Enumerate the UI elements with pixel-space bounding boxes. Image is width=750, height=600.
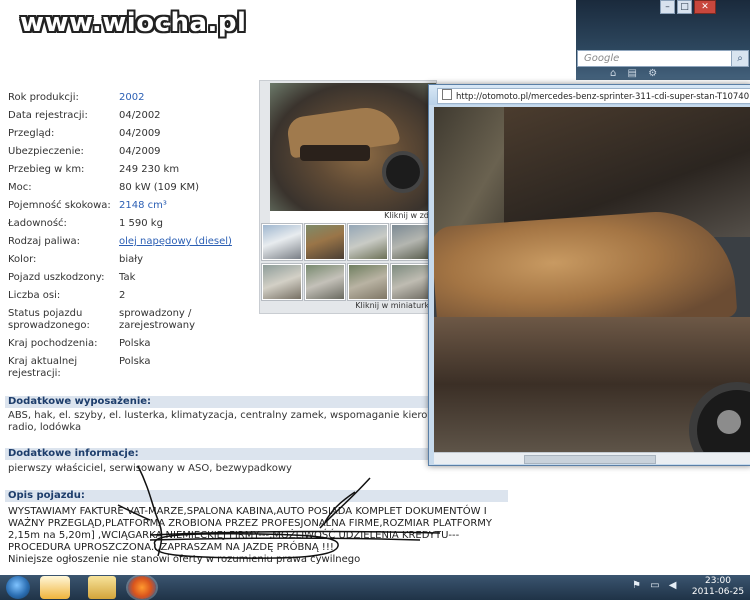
thumbnail[interactable] <box>347 223 389 261</box>
spec-row: Kraj pochodzenia: Polska <box>8 338 258 350</box>
description-line: WYSTAWIAMY FAKTURE VAT-MARZE,SPALONA KAB… <box>8 506 487 517</box>
spec-row: Pojemność skokowa: 2148 cm³ <box>8 200 258 212</box>
spec-value: 04/2002 <box>119 110 161 121</box>
spec-value: Polska <box>119 338 151 349</box>
toolbar-icons: ⌂ ▤ ⚙ <box>610 68 665 79</box>
close-button[interactable]: ✕ <box>694 0 716 14</box>
spec-value: Polska <box>119 356 151 367</box>
spec-label: Kolor: <box>8 254 37 265</box>
thumbnail[interactable] <box>390 263 432 301</box>
spec-label: Kraj aktualnej rejestracji: <box>8 356 78 379</box>
page-icon[interactable]: ▤ <box>628 68 637 79</box>
spec-label: Status pojazdu sprowadzonego: <box>8 308 90 331</box>
main-photo-caption: Kliknij w zdję <box>270 211 436 223</box>
system-tray: ⚑ ▭ ◀ <box>632 580 683 591</box>
spec-value: 04/2009 <box>119 146 161 157</box>
thumbnail-caption: Kliknij w miniaturkę <box>355 301 434 310</box>
spec-label: Rodzaj paliwa: <box>8 236 81 247</box>
spec-value-link[interactable]: 2002 <box>119 92 258 104</box>
spec-value-link[interactable]: 2148 cm³ <box>119 200 258 212</box>
spec-value: Tak <box>119 272 136 283</box>
tools-icon[interactable]: ⚙ <box>648 68 657 79</box>
thumbnail[interactable] <box>390 223 432 261</box>
thumbnail-grid <box>261 223 434 304</box>
spec-value-link[interactable]: olej napędowy (diesel) <box>119 236 258 248</box>
folder-icon[interactable] <box>88 576 116 599</box>
spec-row: Moc: 80 kW (109 KM) <box>8 182 258 194</box>
watermark-banner: www.wiocha.pl <box>0 0 576 80</box>
spec-value: 1 590 kg <box>119 218 163 229</box>
search-input[interactable]: Google <box>577 50 735 67</box>
popup-scrollbar[interactable] <box>434 452 750 464</box>
spec-row: Przegląd: 04/2009 <box>8 128 258 140</box>
clock-date: 2011-06-25 <box>691 587 745 597</box>
start-button[interactable] <box>6 576 30 599</box>
spec-table: Rok produkcji: 2002 Data rejestracji: 04/20… <box>8 92 258 386</box>
description-text: WYSTAWIAMY FAKTURE VAT-MARZE,SPALONA KAB… <box>8 506 503 566</box>
popup-titlebar: http://otomoto.pl/mercedes-benz-sprinter… <box>429 85 750 105</box>
spec-value: sprowadzony / zarejestrowany <box>119 308 196 331</box>
firefox-icon[interactable] <box>128 576 156 599</box>
spec-row: Kolor: biały <box>8 254 258 266</box>
spec-value: 04/2009 <box>119 128 161 139</box>
spec-value: 2 <box>119 290 126 301</box>
spec-row: Ubezpieczenie: 04/2009 <box>8 146 258 158</box>
spec-label: Przegląd: <box>8 128 55 139</box>
spec-label: Kraj pochodzenia: <box>8 338 98 349</box>
minimize-button[interactable]: – <box>660 0 675 14</box>
spec-row: Pojazd uszkodzony: Tak <box>8 272 258 284</box>
search-icon[interactable]: ⌕ <box>731 50 749 67</box>
spec-value: 249 230 km <box>119 164 180 175</box>
thumbnail[interactable] <box>261 263 303 301</box>
spec-row: Rodzaj paliwa: olej napędowy (diesel) <box>8 236 258 248</box>
spec-label: Pojazd uszkodzony: <box>8 272 105 283</box>
description-header: Opis pojazdu: <box>5 490 508 502</box>
spec-row: Rok produkcji: 2002 <box>8 92 258 104</box>
spec-value: 80 kW (109 KM) <box>119 182 200 193</box>
page-icon <box>442 89 452 100</box>
network-icon[interactable]: ▭ <box>650 580 659 591</box>
thumbnail[interactable] <box>347 263 389 301</box>
spec-label: Moc: <box>8 182 32 193</box>
thumbnail[interactable] <box>261 223 303 261</box>
clock[interactable]: 23:00 2011-06-25 <box>690 576 746 598</box>
home-icon[interactable]: ⌂ <box>610 68 616 79</box>
thumbnail[interactable] <box>304 263 346 301</box>
main-photo[interactable] <box>270 83 436 213</box>
description-line: PROCEDURA UPROSZCZONA...ZAPRASZAM NA JAZ… <box>8 542 334 553</box>
spec-value: biały <box>119 254 144 265</box>
clock-time: 23:00 <box>705 576 731 586</box>
thumbnail[interactable] <box>304 223 346 261</box>
media-player-icon[interactable] <box>40 576 70 599</box>
window-controls: – □ ✕ <box>660 0 718 14</box>
watermark-logo: www.wiocha.pl <box>20 8 247 38</box>
description-line: 2,15m na 5,20m] ,WCIĄGARKA NIEMIECKIEJ F… <box>8 530 460 541</box>
flag-icon[interactable]: ⚑ <box>632 580 641 591</box>
photo-popup-window[interactable]: http://otomoto.pl/mercedes-benz-sprinter… <box>428 84 750 466</box>
spec-row: Ładowność: 1 590 kg <box>8 218 258 230</box>
popup-url-text: http://otomoto.pl/mercedes-benz-sprinter… <box>456 92 750 102</box>
description-line: Niniejsze ogłoszenie nie stanowi oferty … <box>8 554 361 565</box>
spec-label: Data rejestracji: <box>8 110 88 121</box>
spec-label: Rok produkcji: <box>8 92 79 103</box>
spec-row: Data rejestracji: 04/2002 <box>8 110 258 122</box>
spec-label: Pojemność skokowa: <box>8 200 111 211</box>
spec-row: Przebieg w km: 249 230 km <box>8 164 258 176</box>
popup-address-bar[interactable]: http://otomoto.pl/mercedes-benz-sprinter… <box>437 88 750 104</box>
spec-label: Ładowność: <box>8 218 67 229</box>
taskbar: ⚑ ▭ ◀ 23:00 2011-06-25 <box>0 575 750 600</box>
spec-row: Status pojazdu sprowadzonego: sprowadzony… <box>8 308 258 332</box>
spec-row: Kraj aktualnej rejestracji: Polska <box>8 356 258 380</box>
spec-row: Liczba osi: 2 <box>8 290 258 302</box>
spec-label: Liczba osi: <box>8 290 61 301</box>
popup-photo <box>434 107 750 452</box>
description-line: WAŻNY PRZEGLĄD,PLATFORMA ZROBIONA PRZEZ … <box>8 518 493 529</box>
volume-icon[interactable]: ◀ <box>669 580 677 591</box>
photo-gallery: Kliknij w zdję Kliknij w miniaturkę <box>259 80 437 314</box>
maximize-button[interactable]: □ <box>677 0 692 14</box>
spec-label: Przebieg w km: <box>8 164 85 175</box>
spec-label: Ubezpieczenie: <box>8 146 84 157</box>
